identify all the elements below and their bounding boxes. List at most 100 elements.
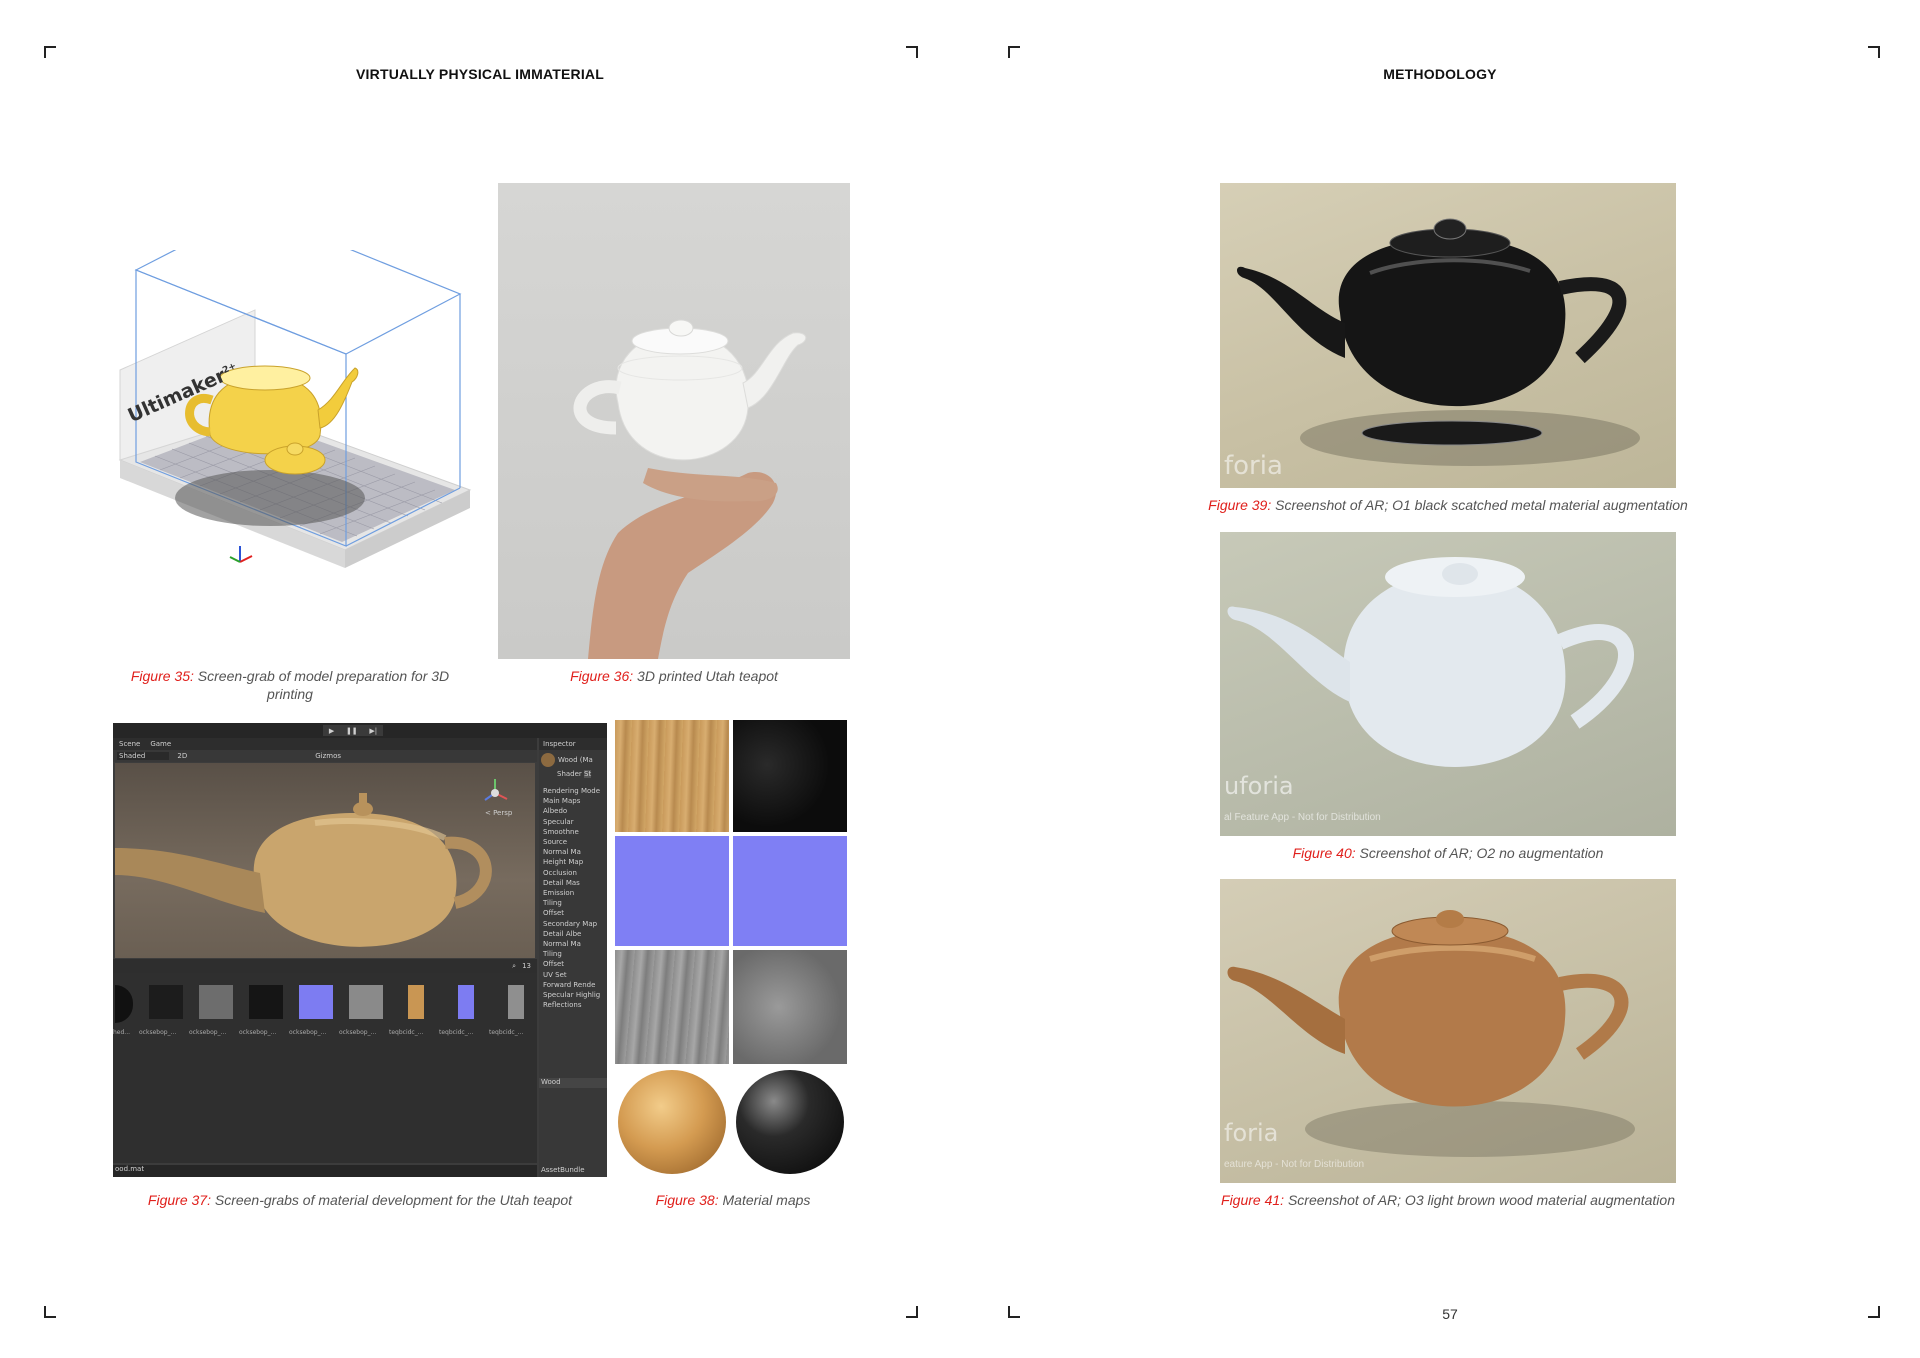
inspector-row[interactable]: Detail Mas <box>543 878 607 888</box>
figure-35-caption: Figure 35: Screen-grab of model preparat… <box>110 667 470 703</box>
inspector-row[interactable]: Tiling <box>543 949 607 959</box>
inspector-row[interactable]: Offset <box>543 959 607 969</box>
page-number: 57 <box>1442 1306 1458 1322</box>
asset-label: hed... <box>113 1029 131 1036</box>
inspector-row[interactable]: Specular Highlig <box>543 990 607 1000</box>
asset-thumb[interactable] <box>458 985 474 1019</box>
figure-39-image: foria <box>1220 183 1676 488</box>
watermark-text: eature App - Not for Distribution <box>1224 1159 1365 1170</box>
tab-inspector[interactable]: Inspector <box>539 738 607 750</box>
figure-36-image <box>498 183 850 659</box>
inspector-row[interactable]: UV Set <box>543 970 607 980</box>
asset-label: teqbcidc_... <box>439 1029 474 1036</box>
inspector-row[interactable]: Height Map <box>543 857 607 867</box>
metal-normal-map <box>733 836 847 946</box>
inspector-row[interactable]: Offset <box>543 908 607 918</box>
asset-label: ocksebop_... <box>339 1029 377 1036</box>
metal-roughness-map <box>733 950 847 1064</box>
assetbundle-label: AssetBundle <box>541 1166 585 1174</box>
figure-label: Figure 39: <box>1208 497 1272 513</box>
pause-icon[interactable]: ❚❚ <box>346 727 358 735</box>
inspector-row[interactable]: Occlusion <box>543 868 607 878</box>
crop-mark-top-right <box>1868 46 1880 58</box>
tab-scene[interactable]: Scene <box>119 740 140 748</box>
caption-text: Screen-grab of model preparation for 3D … <box>197 668 450 702</box>
inspector-row[interactable]: Albedo <box>543 806 607 816</box>
wood-albedo-map <box>615 720 729 832</box>
asset-label: ocksebop_... <box>139 1029 177 1036</box>
caption-text: Screenshot of AR; O2 no augmentation <box>1359 845 1604 861</box>
wood-roughness-map <box>615 950 729 1064</box>
figure-label: Figure 40: <box>1292 845 1356 861</box>
figure-40-image: uforia al Feature App - Not for Distribu… <box>1220 532 1676 836</box>
figure-36-caption: Figure 36: 3D printed Utah teapot <box>498 667 850 685</box>
caption-text: 3D printed Utah teapot <box>637 668 778 684</box>
watermark-logo: foria <box>1224 451 1283 481</box>
file-name: ood.mat <box>115 1165 145 1173</box>
tab-game[interactable]: Game <box>150 740 171 748</box>
inspector-row[interactable]: Source <box>543 837 607 847</box>
wood-normal-map <box>615 836 729 946</box>
figure-37-unity-editor: ▶ ❚❚ ▶| Scene Game Shaded 2D Gizmos < Pers… <box>113 723 607 1177</box>
inspector-row[interactable]: Normal Ma <box>543 939 607 949</box>
crop-mark-top-left <box>44 46 56 58</box>
inspector-row[interactable]: Normal Ma <box>543 847 607 857</box>
play-icon[interactable]: ▶ <box>329 727 334 735</box>
search-icon[interactable]: ⌕ <box>512 962 516 971</box>
crop-mark-top-left <box>1008 46 1020 58</box>
asset-thumb[interactable] <box>115 985 133 1023</box>
inspector-row[interactable]: Smoothne <box>543 827 607 837</box>
figure-label: Figure 37: <box>147 1192 211 1208</box>
crop-mark-top-right <box>906 46 918 58</box>
asset-thumb[interactable] <box>408 985 424 1019</box>
wood-sphere-preview <box>618 1070 726 1174</box>
caption-text: Material maps <box>722 1192 811 1208</box>
inspector-row[interactable]: Tiling <box>543 898 607 908</box>
project-panel: hed... ocksebop_... ocksebop_... ocksebo… <box>113 973 537 1163</box>
persp-label: < Persp <box>485 809 513 817</box>
unity-toolbar: ▶ ❚❚ ▶| <box>113 723 607 738</box>
figure-38-material-maps <box>615 720 851 1174</box>
status-bar: ood.mat <box>113 1165 537 1177</box>
asset-thumb[interactable] <box>299 985 333 1019</box>
asset-label: teqbcidc_... <box>489 1029 524 1036</box>
asset-label: ocksebop_... <box>189 1029 227 1036</box>
shading-dropdown[interactable]: Shaded <box>117 752 170 760</box>
asset-thumb[interactable] <box>199 985 233 1019</box>
inspector-row[interactable]: Emission <box>543 888 607 898</box>
inspector-row[interactable]: Reflections <box>543 1000 607 1010</box>
scene-view[interactable]: < Persp <box>115 763 535 958</box>
caption-text: Screenshot of AR; O3 light brown wood ma… <box>1287 1192 1675 1208</box>
gizmos-dropdown[interactable]: Gizmos <box>315 752 341 760</box>
inspector-row[interactable]: Secondary Map <box>543 919 607 929</box>
step-icon[interactable]: ▶| <box>369 727 377 735</box>
figure-40-caption: Figure 40: Screenshot of AR; O2 no augme… <box>1180 844 1716 862</box>
figure-label: Figure 38: <box>655 1192 719 1208</box>
crop-mark-bottom-right <box>906 1306 918 1318</box>
watermark-logo: foria <box>1224 1119 1279 1147</box>
shader-row[interactable]: Shader St <box>539 770 607 778</box>
inspector-row[interactable]: Rendering Mode <box>543 786 607 796</box>
asset-thumb[interactable] <box>508 985 524 1019</box>
mode-2d-toggle[interactable]: 2D <box>177 752 187 760</box>
caption-text: Screenshot of AR; O1 black scatched meta… <box>1275 497 1688 513</box>
inspector-row[interactable]: Forward Rende <box>543 980 607 990</box>
metal-albedo-map <box>733 720 847 832</box>
inspector-footer: Wood <box>539 1078 607 1088</box>
figure-37-caption: Figure 37: Screen-grabs of material deve… <box>113 1191 607 1209</box>
inspector-row[interactable]: Detail Albe <box>543 929 607 939</box>
running-head-right: METHODOLOGY <box>1383 66 1497 82</box>
crop-mark-bottom-left <box>1008 1306 1020 1318</box>
metal-sphere-preview <box>736 1070 844 1174</box>
material-preview-icon <box>541 753 555 767</box>
asset-thumb[interactable] <box>149 985 183 1019</box>
asset-thumb[interactable] <box>249 985 283 1019</box>
crop-mark-bottom-left <box>44 1306 56 1318</box>
watermark-text: al Feature App - Not for Distribution <box>1224 812 1381 823</box>
figure-label: Figure 36: <box>570 668 634 684</box>
inspector-row[interactable]: Main Maps <box>543 796 607 806</box>
crop-mark-bottom-right <box>1868 1306 1880 1318</box>
asset-thumb[interactable] <box>349 985 383 1019</box>
inspector-row[interactable]: Specular <box>543 817 607 827</box>
figure-38-caption: Figure 38: Material maps <box>615 1191 851 1209</box>
